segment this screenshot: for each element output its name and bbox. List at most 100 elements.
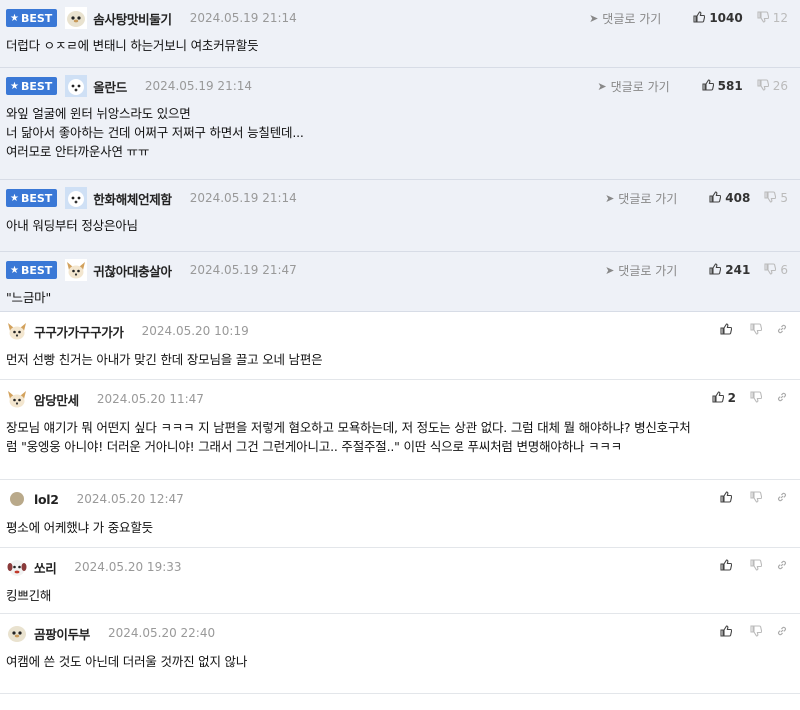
upvote-button[interactable]: 1040 (693, 10, 743, 26)
comment-header: ★ BEST 한화해체언제함 2024.05.19 21:14 ➤ 댓글로 가기 4… (6, 180, 800, 216)
comment-actions (706, 480, 788, 516)
upvote-count: 1040 (709, 11, 743, 25)
link-icon[interactable] (776, 323, 788, 338)
comment: 구구가가구구가가 2024.05.20 10:19 먼저 선빵 친거는 아내가 … (0, 312, 800, 380)
comment-date: 2024.05.19 21:47 (189, 263, 297, 277)
goto-comment-link[interactable]: ➤ 댓글로 가기 (605, 262, 677, 279)
goto-comment-label: 댓글로 가기 (618, 263, 678, 278)
link-icon[interactable] (776, 559, 788, 574)
comment-actions: ➤ 댓글로 가기 408 5 (605, 180, 788, 216)
avatar[interactable] (6, 388, 28, 410)
star-icon: ★ (10, 12, 19, 24)
downvote-button[interactable] (750, 490, 762, 506)
downvote-button[interactable]: 26 (757, 78, 788, 94)
avatar[interactable] (65, 259, 88, 281)
upvote-button[interactable] (720, 322, 736, 338)
comment-date: 2024.05.20 19:33 (74, 560, 182, 574)
thumbs-up-icon (720, 558, 732, 574)
link-icon[interactable] (776, 391, 788, 406)
comment-header: ★ BEST 귀찮아대충살아 2024.05.19 21:47 ➤ 댓글로 가기 2… (6, 252, 800, 288)
avatar[interactable] (6, 320, 28, 342)
thumbs-up-icon (712, 390, 724, 406)
upvote-count: 2 (727, 391, 736, 405)
downvote-count: 12 (772, 11, 788, 25)
upvote-button[interactable]: 408 (709, 190, 750, 206)
comment-actions: 2 (698, 380, 788, 416)
downvote-button[interactable]: 6 (764, 262, 788, 278)
upvote-button[interactable] (720, 624, 736, 640)
nickname[interactable]: 쏘리 (34, 558, 57, 577)
comment-actions (706, 312, 788, 348)
nickname[interactable]: lol2 (34, 492, 59, 507)
comment-date: 2024.05.19 21:14 (189, 11, 297, 25)
downvote-button[interactable] (750, 558, 762, 574)
comment-header: ★ BEST 솜사탕맛비둘기 2024.05.19 21:14 ➤ 댓글로 가기 1… (6, 0, 800, 36)
upvote-button[interactable]: 2 (712, 390, 736, 406)
comment-text: 와잎 얼굴에 윈터 뉘앙스라도 있으면 너 닮아서 좋아하는 건데 어쩌구 저쩌… (6, 106, 304, 159)
avatar[interactable] (65, 7, 88, 29)
avatar[interactable] (6, 488, 28, 510)
comment-header: 구구가가구구가가 2024.05.20 10:19 (6, 312, 800, 350)
best-badge: ★ BEST (6, 77, 58, 95)
avatar[interactable] (65, 75, 88, 97)
nickname[interactable]: 귀찮아대충살아 (93, 261, 172, 280)
nickname[interactable]: 솜사탕맛비둘기 (93, 9, 172, 28)
send-arrow-icon: ➤ (605, 263, 615, 277)
comment-text: 먼저 선빵 친거는 아내가 맞긴 한데 장모님을 끌고 오네 남편은 (6, 352, 323, 367)
downvote-button[interactable]: 12 (757, 10, 788, 26)
comment-header: lol2 2024.05.20 12:47 (6, 480, 800, 518)
link-icon[interactable] (776, 625, 788, 640)
comment-text: 더럽다 ㅇㅈㄹ에 변태니 하는거보니 여초커뮤할듯 (6, 38, 259, 53)
best-comment: ★ BEST 귀찮아대충살아 2024.05.19 21:47 ➤ 댓글로 가기 2… (0, 252, 800, 312)
downvote-button[interactable] (750, 322, 762, 338)
downvote-button[interactable]: 5 (764, 190, 788, 206)
comment-date: 2024.05.19 21:14 (189, 191, 297, 205)
nickname[interactable]: 올란드 (93, 77, 127, 96)
star-icon: ★ (10, 264, 19, 276)
goto-comment-label: 댓글로 가기 (610, 79, 670, 94)
nickname[interactable]: 구구가가구구가가 (34, 322, 124, 341)
thumbs-up-icon (709, 262, 722, 278)
upvote-count: 581 (717, 79, 743, 93)
upvote-button[interactable]: 581 (702, 78, 743, 94)
thumbs-down-icon (750, 558, 762, 574)
thumbs-up-icon (693, 10, 706, 26)
comment-actions (706, 614, 788, 650)
downvote-button[interactable] (750, 624, 762, 640)
upvote-button[interactable] (720, 490, 736, 506)
thumbs-up-icon (709, 190, 722, 206)
best-comment: ★ BEST 올란드 2024.05.19 21:14 ➤ 댓글로 가기 581 2… (0, 68, 800, 180)
goto-comment-link[interactable]: ➤ 댓글로 가기 (589, 10, 661, 27)
comment-text: 아내 워딩부터 정상은아님 (6, 218, 138, 233)
downvote-count: 26 (772, 79, 788, 93)
upvote-count: 241 (725, 263, 751, 277)
comment-date: 2024.05.19 21:14 (144, 79, 253, 93)
avatar[interactable] (6, 556, 28, 578)
goto-comment-link[interactable]: ➤ 댓글로 가기 (605, 190, 677, 207)
upvote-button[interactable]: 241 (709, 262, 751, 278)
send-arrow-icon: ➤ (589, 11, 599, 25)
thumbs-down-icon (750, 490, 762, 506)
avatar[interactable] (6, 622, 28, 644)
nickname[interactable]: 암당만세 (34, 390, 79, 409)
comment-date: 2024.05.20 12:47 (76, 492, 184, 506)
downvote-button[interactable] (750, 390, 762, 406)
best-comment: ★ BEST 솜사탕맛비둘기 2024.05.19 21:14 ➤ 댓글로 가기 1… (0, 0, 800, 68)
comment-header: ★ BEST 올란드 2024.05.19 21:14 ➤ 댓글로 가기 581 2… (6, 68, 800, 104)
goto-comment-label: 댓글로 가기 (618, 191, 678, 206)
thumbs-up-icon (702, 78, 714, 94)
goto-comment-label: 댓글로 가기 (602, 11, 662, 26)
nickname[interactable]: 한화해체언제함 (93, 189, 172, 208)
upvote-button[interactable] (720, 558, 736, 574)
best-badge-label: BEST (20, 79, 53, 93)
thumbs-up-icon (720, 624, 732, 640)
comment-header: 곰팡이두부 2024.05.20 22:40 (6, 614, 800, 652)
nickname[interactable]: 곰팡이두부 (34, 624, 90, 643)
best-badge: ★ BEST (6, 189, 58, 207)
send-arrow-icon: ➤ (597, 79, 607, 93)
thumbs-down-icon (764, 190, 777, 206)
avatar[interactable] (65, 187, 88, 209)
goto-comment-link[interactable]: ➤ 댓글로 가기 (597, 78, 669, 95)
thumbs-down-icon (757, 78, 769, 94)
link-icon[interactable] (776, 491, 788, 506)
